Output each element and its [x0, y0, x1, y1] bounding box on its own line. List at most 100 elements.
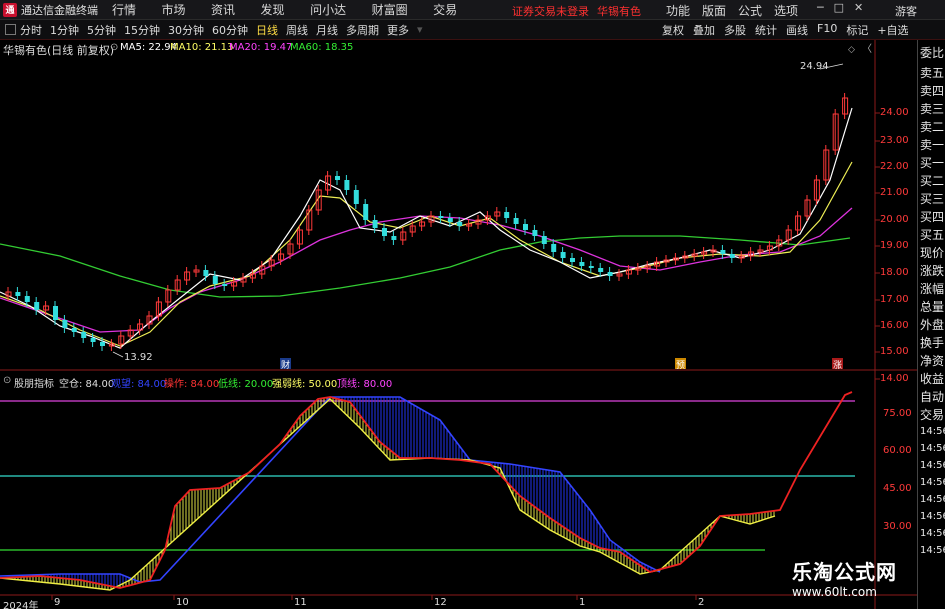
- candle-body: [81, 332, 87, 338]
- indicator-settings-icon[interactable]: ⊙: [3, 375, 11, 386]
- period-5min[interactable]: 5分钟: [87, 22, 116, 38]
- quote-item[interactable]: 涨幅: [920, 280, 944, 297]
- indicator-name: 股朋指标: [14, 379, 54, 390]
- guest-label[interactable]: 游客: [895, 3, 917, 19]
- f10-button[interactable]: F10: [817, 22, 837, 38]
- adjust-button[interactable]: 复权: [662, 22, 684, 38]
- kline-chart[interactable]: 24.94 13.92 财 预 涨 ◇ 〈: [0, 40, 917, 609]
- menu-ask[interactable]: 问小达: [310, 3, 346, 17]
- candle-body: [391, 236, 397, 240]
- candle-body: [457, 222, 463, 226]
- quote-item[interactable]: 委比: [920, 44, 944, 61]
- quote-item[interactable]: 换手: [920, 334, 944, 351]
- ma20-line: [0, 207, 853, 333]
- app-title: 通达信金融终端: [21, 3, 98, 17]
- candle-body: [598, 268, 604, 272]
- quote-item[interactable]: 卖二: [920, 118, 944, 135]
- x-axis-label: 1: [579, 597, 586, 608]
- settings-icon[interactable]: ⊙: [110, 42, 118, 53]
- ma5-label: MA5: 22.94: [120, 42, 178, 53]
- x-axis-label: 11: [294, 597, 307, 608]
- candle-body: [588, 266, 594, 268]
- ma60-label: MA60: 18.35: [290, 42, 354, 53]
- quote-item[interactable]: 卖五: [920, 64, 944, 81]
- indicator-tick: 75.00: [883, 408, 912, 419]
- tick-time: 14:56: [920, 494, 945, 505]
- quote-item[interactable]: 卖一: [920, 136, 944, 153]
- high-price-label: 24.94: [800, 61, 829, 72]
- menu-layout[interactable]: 版面: [702, 2, 726, 19]
- tick-time: 14:56: [920, 511, 945, 522]
- panel-toggle-icon[interactable]: [5, 24, 16, 35]
- menu-markets[interactable]: 市场: [162, 3, 186, 17]
- period-60min[interactable]: 60分钟: [212, 22, 248, 38]
- mark-button[interactable]: 标记: [846, 22, 868, 38]
- add-watchlist-button[interactable]: +自选: [877, 22, 908, 38]
- quote-item[interactable]: 外盘: [920, 316, 944, 333]
- candle-body: [570, 258, 575, 262]
- finance-marker[interactable]: 财: [281, 359, 290, 371]
- menu-formula[interactable]: 公式: [738, 2, 762, 19]
- candle-body: [222, 284, 228, 286]
- candle-body: [729, 254, 735, 258]
- candle-body: [34, 302, 40, 310]
- forecast-marker[interactable]: 预: [676, 360, 685, 371]
- tick-time: 14:56: [920, 426, 945, 437]
- candle-body: [523, 224, 528, 230]
- price-tick: 21.00: [880, 187, 909, 198]
- quote-item[interactable]: 涨跌: [920, 262, 944, 279]
- multi-stock-button[interactable]: 多股: [724, 22, 746, 38]
- tick-time: 14:56: [920, 477, 945, 488]
- quote-item[interactable]: 买四: [920, 208, 944, 225]
- period-more[interactable]: 更多: [387, 22, 409, 38]
- menu-trade[interactable]: 交易: [433, 3, 457, 17]
- quote-item[interactable]: 净资: [920, 352, 944, 369]
- quote-item[interactable]: 买一: [920, 154, 944, 171]
- quote-item[interactable]: 买二: [920, 172, 944, 189]
- quote-item[interactable]: 收益: [920, 370, 944, 387]
- collapse-icon[interactable]: 〈: [862, 43, 872, 55]
- candle-body: [24, 296, 30, 302]
- param-top: 顶线: 80.00: [337, 379, 393, 390]
- period-weekly[interactable]: 周线: [286, 22, 308, 38]
- quote-item[interactable]: 自动: [920, 388, 944, 405]
- quote-item[interactable]: 交易: [920, 406, 944, 423]
- period-daily[interactable]: 日线: [256, 22, 278, 38]
- close-icon[interactable]: ✕: [854, 1, 863, 14]
- candle-body: [15, 292, 21, 296]
- candle-body: [203, 270, 209, 276]
- quote-item[interactable]: 总量: [920, 298, 944, 315]
- login-notice[interactable]: 证券交易未登录: [512, 5, 589, 18]
- period-monthly[interactable]: 月线: [316, 22, 338, 38]
- rise-marker[interactable]: 涨: [833, 360, 842, 371]
- menu-function[interactable]: 功能: [666, 2, 690, 19]
- menu-market[interactable]: 行情: [112, 3, 136, 17]
- indicator-tick: 45.00: [883, 483, 912, 494]
- candle-body: [579, 262, 585, 266]
- quote-item[interactable]: 现价: [920, 244, 944, 261]
- overlay-button[interactable]: 叠加: [693, 22, 715, 38]
- quote-item[interactable]: 卖三: [920, 100, 944, 117]
- quote-item[interactable]: 买五: [920, 226, 944, 243]
- indicator-histogram: [14, 397, 775, 590]
- draw-line-button[interactable]: 画线: [786, 22, 808, 38]
- period-1min[interactable]: 1分钟: [50, 22, 79, 38]
- menu-discover[interactable]: 发现: [261, 3, 285, 17]
- menu-wealth[interactable]: 财富圈: [372, 3, 408, 17]
- quote-item[interactable]: 卖四: [920, 82, 944, 99]
- price-tick: 17.00: [880, 294, 909, 305]
- minimize-icon[interactable]: ─: [817, 1, 824, 14]
- period-multi[interactable]: 多周期: [346, 22, 379, 38]
- candle-body: [560, 252, 566, 258]
- menu-options[interactable]: 选项: [774, 2, 798, 19]
- stats-button[interactable]: 统计: [755, 22, 777, 38]
- quote-item[interactable]: 买三: [920, 190, 944, 207]
- period-15min[interactable]: 15分钟: [124, 22, 160, 38]
- period-30min[interactable]: 30分钟: [168, 22, 204, 38]
- indicator-tick: 30.00: [883, 521, 912, 532]
- chevron-down-icon[interactable]: ▾: [417, 23, 423, 36]
- candle-body: [53, 306, 58, 320]
- menu-news[interactable]: 资讯: [211, 3, 235, 17]
- period-tick[interactable]: 分时: [20, 22, 42, 38]
- maximize-icon[interactable]: □: [834, 1, 844, 14]
